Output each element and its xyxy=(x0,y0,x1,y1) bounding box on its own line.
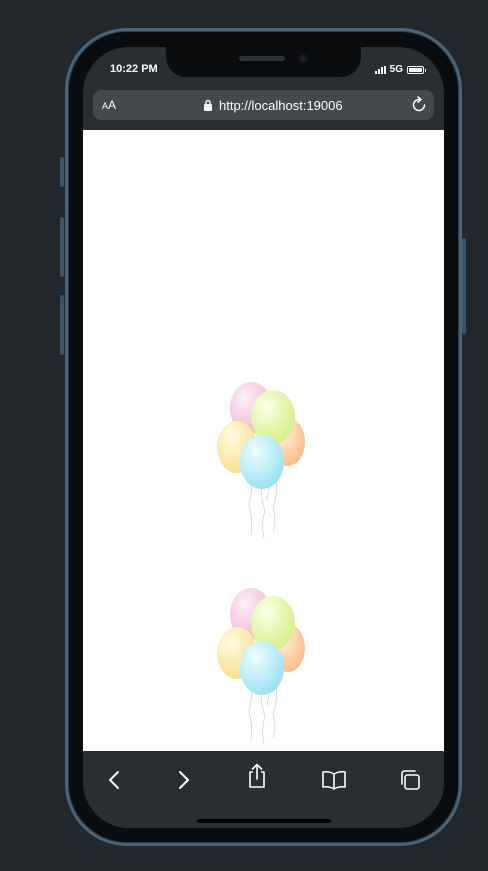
text-size-button[interactable]: AA xyxy=(102,98,116,112)
share-button[interactable] xyxy=(244,763,270,789)
signal-icon xyxy=(374,65,386,74)
forward-button[interactable] xyxy=(171,767,197,793)
forward-icon xyxy=(179,771,189,789)
phone-screen: 10:22 PM 5G AA http://localhost:19006 xyxy=(83,47,444,828)
balloons-image xyxy=(217,588,305,745)
bookmarks-button[interactable] xyxy=(321,767,347,793)
url-display[interactable]: http://localhost:19006 xyxy=(203,98,343,113)
battery-icon xyxy=(407,65,426,74)
power-button xyxy=(462,238,466,334)
back-button[interactable] xyxy=(101,767,127,793)
network-label: 5G xyxy=(389,64,403,75)
silent-switch xyxy=(60,157,64,187)
address-bar[interactable]: AA http://localhost:19006 xyxy=(93,90,434,120)
status-time: 10:22 PM xyxy=(110,63,158,75)
lock-icon xyxy=(204,99,212,111)
home-indicator[interactable] xyxy=(197,819,331,823)
browser-toolbar xyxy=(83,751,444,828)
reload-icon[interactable] xyxy=(410,96,428,114)
stage: 10:22 PM 5G AA http://localhost:19006 xyxy=(0,0,488,871)
speaker xyxy=(239,56,285,61)
back-icon xyxy=(109,771,119,789)
status-indicators: 5G xyxy=(374,64,426,75)
tabs-icon xyxy=(401,770,420,790)
notch xyxy=(166,47,361,77)
volume-down-button xyxy=(60,295,64,355)
share-icon xyxy=(249,763,265,788)
balloons-image xyxy=(217,382,305,539)
bookmarks-icon xyxy=(322,770,346,790)
web-content xyxy=(83,130,444,751)
url-text: http://localhost:19006 xyxy=(219,97,343,113)
tabs-button[interactable] xyxy=(397,767,423,793)
volume-up-button xyxy=(60,217,64,277)
camera-icon xyxy=(299,54,308,63)
